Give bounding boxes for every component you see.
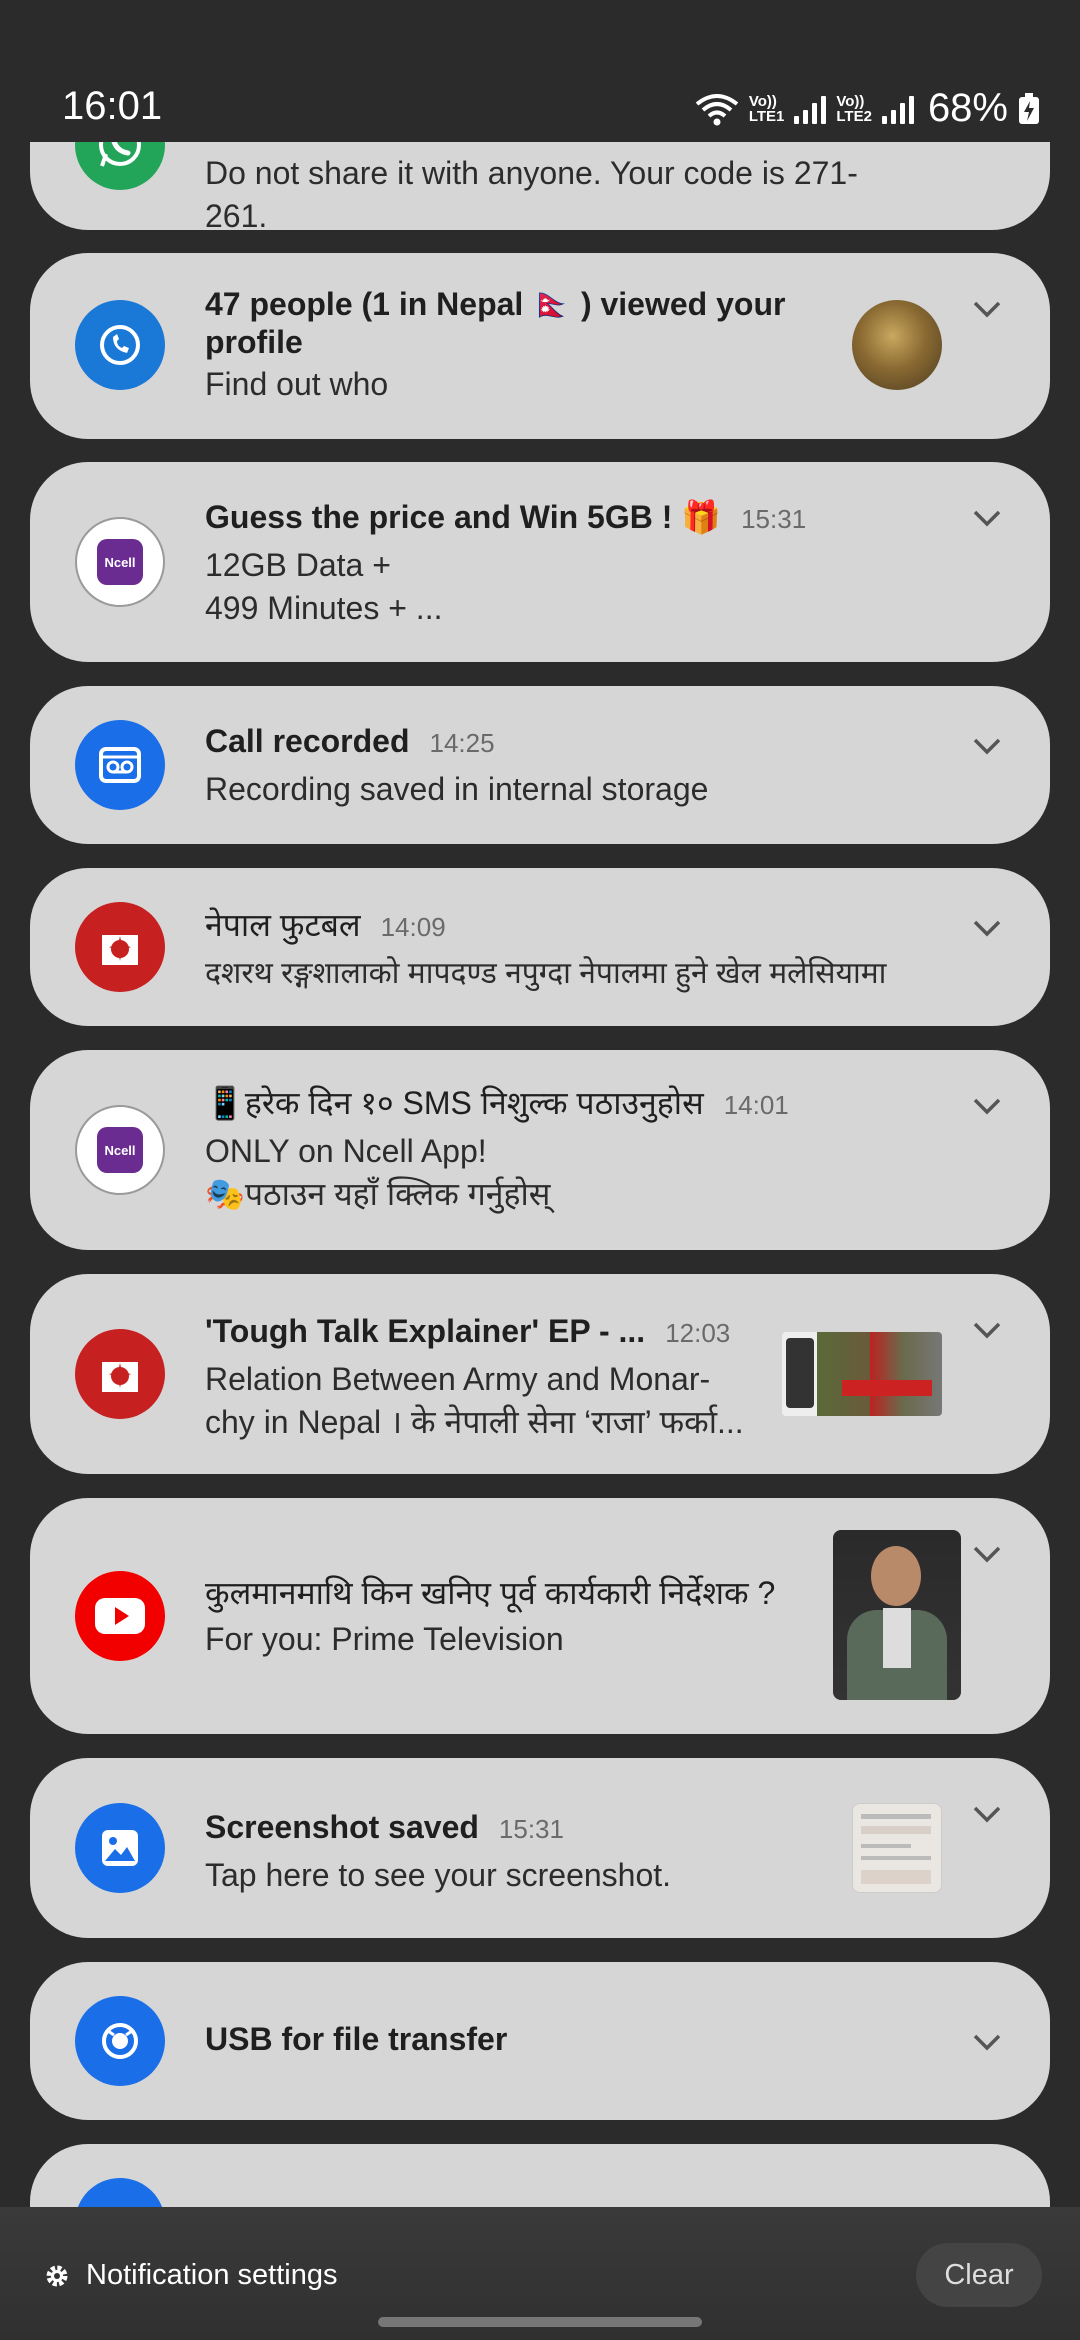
notification-title: Guess the price and Win 5GB ! 🎁 15:31 — [205, 499, 807, 535]
notification-tough-talk[interactable]: 'Tough Talk Explainer' EP - ... 12:03 Rel… — [30, 1274, 1050, 1474]
notification-whatsapp[interactable]: Do not share it with anyone. Your code i… — [30, 142, 1050, 234]
ncell-icon: Ncell — [75, 517, 165, 607]
truecaller-icon — [75, 300, 165, 390]
shade-footer: Notification settings Clear — [0, 2207, 1080, 2340]
notification-body: Relation Between Army and Monar- — [205, 1361, 711, 1397]
chevron-down-icon[interactable] — [969, 910, 1005, 946]
notification-body: Tap here to see your screenshot. — [205, 1857, 672, 1893]
chevron-down-icon[interactable] — [969, 1312, 1005, 1348]
notification-body: For you: Prime Television — [205, 1621, 564, 1657]
gallery-icon — [75, 1803, 165, 1893]
notification-body: 🎭पठाउन यहाँ क्लिक गर्नुहोस् — [205, 1176, 551, 1212]
avatar — [852, 300, 942, 390]
notification-settings-label: Notification settings — [86, 2259, 338, 2291]
notification-body: Find out who — [205, 366, 389, 402]
chevron-down-icon[interactable] — [969, 1796, 1005, 1832]
notification-title: Call recorded 14:25 — [205, 723, 495, 759]
chevron-down-icon[interactable] — [969, 728, 1005, 764]
chevron-down-icon[interactable] — [969, 291, 1005, 327]
notification-time: 14:01 — [723, 1090, 789, 1120]
video-thumbnail — [782, 1332, 942, 1416]
notification-usb[interactable]: USB for file transfer — [30, 1962, 1050, 2120]
notification-title: 'Tough Talk Explainer' EP - ... 12:03 — [205, 1313, 731, 1349]
notification-time: 14:25 — [429, 728, 495, 758]
notification-screenshot[interactable]: Screenshot saved 15:31 Tap here to see yo… — [30, 1758, 1050, 1938]
news-app-icon — [75, 1329, 165, 1419]
status-icons: Vo)) LTE1 Vo)) LTE2 68% — [695, 86, 1040, 131]
usb-icon — [75, 1996, 165, 2086]
video-thumbnail — [833, 1530, 961, 1700]
signal-sim1-icon — [794, 94, 827, 124]
notification-settings-button[interactable]: Notification settings — [44, 2259, 337, 2292]
notification-body: chy in Nepal । के नेपाली सेना ‘राजा’ फर्… — [205, 1404, 744, 1440]
notification-time: 15:31 — [741, 504, 807, 534]
notification-body: दशरथ रङ्गशालाको मापदण्ड नपुग्दा नेपालमा … — [205, 957, 887, 990]
notification-ncell-offer[interactable]: Ncell Guess the price and Win 5GB ! 🎁 15:… — [30, 462, 1050, 662]
gear-icon — [46, 2265, 68, 2286]
status-time: 16:01 — [62, 84, 163, 128]
notification-list[interactable]: Do not share it with anyone. Your code i… — [0, 142, 1080, 2207]
nepal-football-icon — [75, 902, 165, 992]
battery-percent: 68% — [927, 86, 1008, 130]
app-icon — [75, 2178, 165, 2207]
notification-body: 12GB Data + — [205, 547, 391, 583]
notification-body: Recording saved in internal storage — [205, 771, 709, 807]
notification-body: Do not share it with anyone. Your code i… — [205, 155, 858, 234]
notification-partial[interactable] — [30, 2144, 1050, 2207]
chevron-down-icon[interactable] — [969, 1536, 1005, 1572]
chevron-down-icon[interactable] — [969, 2024, 1005, 2060]
notification-shade: 16:01 Vo)) LTE1 Vo)) LTE2 68% Do not sha… — [0, 0, 1080, 2340]
notification-time: 12:03 — [665, 1318, 731, 1348]
battery-charging-icon — [1019, 92, 1039, 124]
notification-time: 14:09 — [380, 912, 446, 942]
notification-title: Screenshot saved 15:31 — [205, 1809, 564, 1845]
notification-body: ONLY on Ncell App! — [205, 1133, 487, 1169]
sim2-network-label: Vo)) LTE2 — [836, 92, 872, 125]
signal-sim2-icon — [881, 94, 914, 124]
notification-title: USB for file transfer — [205, 2021, 508, 2057]
sim1-network-label: Vo)) LTE1 — [748, 92, 785, 125]
youtube-icon — [75, 1571, 165, 1661]
notification-nepal-football[interactable]: नेपाल फुटबल 14:09 दशरथ रङ्गशालाको मापदण्ड… — [30, 868, 1050, 1026]
ncell-icon: Ncell — [75, 1105, 165, 1195]
notification-call-recorded[interactable]: Call recorded 14:25 Recording saved in in… — [30, 686, 1050, 844]
notification-title: 47 people (1 in Nepal 🇳🇵 ) viewed your p… — [205, 286, 786, 360]
wifi-icon — [695, 93, 739, 125]
notification-title: 📱हरेक दिन १० SMS निशुल्क पठाउनुहोस 14:01 — [205, 1085, 789, 1121]
notification-time: 15:31 — [498, 1814, 564, 1844]
status-bar: 16:01 Vo)) LTE1 Vo)) LTE2 68% — [0, 0, 1080, 142]
notification-truecaller[interactable]: 47 people (1 in Nepal 🇳🇵 ) viewed your p… — [30, 253, 1050, 439]
notification-title: नेपाल फुटबल 14:09 — [205, 907, 446, 943]
chevron-down-icon[interactable] — [969, 500, 1005, 536]
clear-button[interactable]: Clear — [916, 2243, 1042, 2307]
notification-title: कुलमानमाथि किन खनिए पूर्व कार्यकारी निर्… — [205, 1575, 776, 1611]
notification-youtube[interactable]: कुलमानमाथि किन खनिए पूर्व कार्यकारी निर्… — [30, 1498, 1050, 1734]
screenshot-thumbnail — [852, 1803, 942, 1893]
home-indicator[interactable] — [378, 2317, 702, 2327]
whatsapp-icon — [75, 142, 165, 190]
chevron-down-icon[interactable] — [969, 1088, 1005, 1124]
notification-ncell-sms[interactable]: Ncell 📱हरेक दिन १० SMS निशुल्क पठाउनुहोस… — [30, 1050, 1050, 1250]
voice-recorder-icon — [75, 720, 165, 810]
notification-body: 499 Minutes + ... — [205, 590, 443, 626]
